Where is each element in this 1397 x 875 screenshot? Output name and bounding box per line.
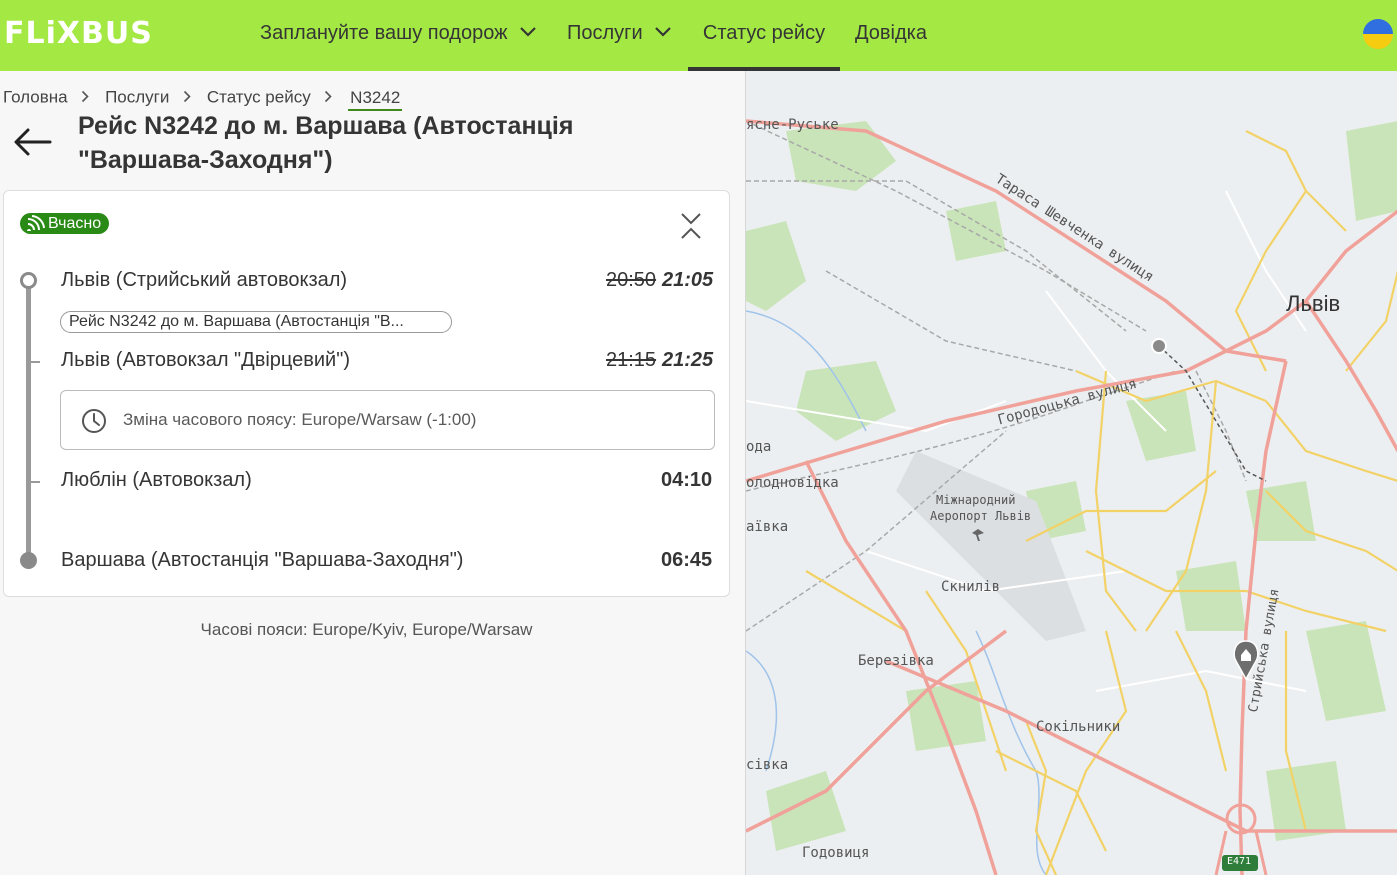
chevron-down-icon: [655, 26, 671, 37]
map-label-airport: Міжнародний: [936, 493, 1016, 507]
stop-name: Львів (Стрийський автовокзал): [61, 269, 348, 291]
clock-icon: [82, 409, 106, 433]
top-header: FLiXBUS Заплануйте вашу подорож Послуги …: [0, 0, 1397, 71]
trip-card: Вчасно Львів (Стрийський автовокзал) 20:…: [3, 190, 730, 597]
scheduled-time: 21:15: [606, 349, 657, 371]
timezones-note: Часові пояси: Europe/Kyiv, Europe/Warsaw: [200, 620, 533, 639]
status-badge-label: Вчасно: [48, 215, 102, 232]
actual-time: 21:25: [662, 349, 714, 371]
trip-pill[interactable]: Рейс N3242 до м. Варшава (Автостанція "В…: [60, 311, 452, 333]
breadcrumb-services[interactable]: Послуги: [105, 88, 169, 107]
map-label-place: сівка: [746, 757, 789, 773]
timeline-tick: [31, 481, 40, 483]
flixbus-logo[interactable]: FLiXBUS: [4, 17, 153, 51]
timeline-end-dot: [20, 552, 37, 569]
timeline-line: [26, 281, 31, 561]
arrival-time: 04:10: [661, 469, 713, 491]
stop-name: Львів (Автовокзал "Двірцевий"): [61, 349, 350, 371]
route-map[interactable]: Львів Тараса Шевченка вулиця Городоцька …: [745, 71, 1397, 875]
map-label-place: Скнилів: [941, 579, 1001, 595]
timeline-start-dot: [20, 272, 37, 289]
trip-status-panel: Головна Послуги Статус рейсу N3242 Рейс …: [0, 71, 745, 875]
timezone-change-box: Зміна часового поясу: Europe/Warsaw (-1:…: [60, 390, 715, 450]
map-label-place: ясне-Руське: [746, 117, 839, 133]
chevron-right-icon: [81, 88, 89, 108]
chevron-right-icon: [183, 88, 191, 108]
map-label-road-shield: E471: [1227, 856, 1252, 867]
map-canvas[interactable]: [746, 71, 1397, 875]
nav-services-label: Послуги: [567, 22, 643, 44]
chevron-down-icon: [520, 26, 536, 37]
status-badge: Вчасно: [20, 213, 110, 234]
map-label-place: Годовиця: [802, 845, 870, 861]
breadcrumb: Головна Послуги Статус рейсу N3242: [3, 87, 403, 111]
nav-services[interactable]: Послуги: [567, 0, 672, 71]
map-label-place: ода: [746, 439, 772, 455]
back-arrow-icon[interactable]: [12, 127, 54, 157]
collapse-icon[interactable]: [679, 211, 703, 241]
language-flag-icon[interactable]: [1363, 19, 1393, 49]
map-label-airport: Аеропорт Львів: [930, 509, 1032, 523]
nav-help[interactable]: Довідка: [855, 0, 927, 71]
nav-plan-trip[interactable]: Заплануйте вашу подорож: [260, 0, 537, 71]
timezone-change-text: Зміна часового поясу: Europe/Warsaw (-1:…: [123, 410, 477, 429]
chevron-right-icon: [324, 88, 333, 108]
nav-trip-status-label: Статус рейсу: [702, 22, 826, 44]
actual-time: 21:05: [662, 269, 714, 291]
arrival-time: 06:45: [661, 549, 713, 571]
page-title: Рейс N3242 до м. Варшава (Автостанція "В…: [78, 112, 574, 174]
breadcrumb-home[interactable]: Головна: [3, 88, 68, 107]
map-label-place: аївка: [746, 519, 789, 535]
map-label-place: олодновідка: [746, 475, 839, 491]
breadcrumb-status[interactable]: Статус рейсу: [207, 88, 311, 107]
breadcrumb-current: N3242: [348, 87, 403, 111]
timeline-tick: [31, 361, 40, 363]
stop-name: Люблін (Автовокзал): [61, 469, 252, 491]
nav-trip-status[interactable]: Статус рейсу: [688, 0, 840, 71]
nav-help-label: Довідка: [855, 22, 927, 44]
map-label-city: Львів: [1286, 291, 1341, 316]
map-label-place: Березівка: [858, 653, 934, 669]
live-signal-icon: [27, 215, 45, 233]
nav-plan-trip-label: Заплануйте вашу подорож: [260, 22, 508, 44]
stop-name: Варшава (Автостанція "Варшава-Заходня"): [61, 549, 464, 571]
scheduled-time: 20:50: [606, 269, 657, 291]
map-label-place: Сокільники: [1036, 719, 1121, 735]
